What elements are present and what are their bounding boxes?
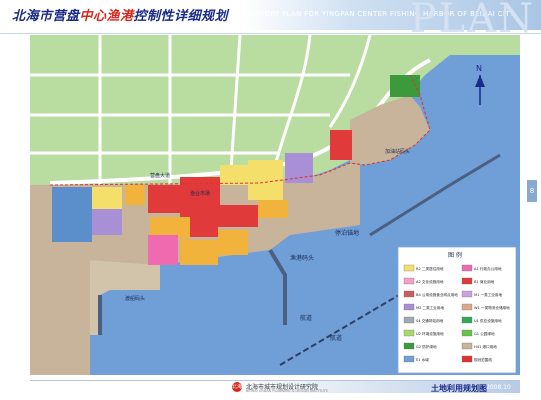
legend-swatch [403, 264, 415, 272]
label-berth: 停泊锚地 [335, 229, 359, 237]
north-arrow-label: N [476, 64, 482, 73]
sheet-title: 土地利用规划图 [431, 384, 487, 393]
legend-swatch [461, 342, 473, 350]
land-use-map: N 渔业市场 营盘大道 渔港码头 停泊锚地 加油站码头 渡船码头 航道 航道 图… [30, 35, 520, 375]
legend-label: 规划范围线 [474, 357, 492, 362]
label-ferry: 渡船码头 [125, 295, 145, 302]
block-public-4 [180, 240, 218, 265]
block-admin [148, 235, 178, 265]
header-divider [0, 33, 541, 34]
legend-label: S4 交通场站用地 [416, 318, 444, 323]
legend-swatch [461, 329, 473, 337]
block-residential-1 [92, 187, 122, 209]
legend-swatch [461, 355, 473, 363]
legend-box [397, 246, 517, 374]
legend-swatch [461, 277, 473, 285]
block-commercial-5 [330, 130, 352, 160]
legend-swatch [461, 316, 473, 324]
legend-swatch [461, 303, 473, 311]
block-industrial-1 [92, 209, 122, 235]
block-residential-2 [220, 165, 248, 185]
legend-swatch [403, 277, 415, 285]
label-pier: 渔港码头 [290, 254, 314, 262]
legend-label: U2 环境设施用地 [416, 331, 444, 336]
page-title: 北海市营盘中心渔港控制性详细规划 [12, 5, 228, 24]
legend-swatch [403, 342, 415, 350]
label-main-road: 营盘大道 [150, 172, 170, 179]
legend-label: R2 二类居住用地 [416, 266, 444, 271]
legend-label: M2 二类工业用地 [416, 305, 444, 310]
legend-swatch [403, 355, 415, 363]
legend-swatch [403, 303, 415, 311]
legend-swatch [403, 329, 415, 337]
block-commercial-4 [218, 205, 258, 227]
legend: 图 例 R2 二类居住用地 A1 行政办公用地 A2 文化设施用地 B1 商业用地 B4… [397, 246, 517, 374]
legend-label: U1 供应设施用地 [474, 318, 502, 323]
block-commercial-1 [148, 185, 180, 213]
block-commercial-3 [190, 217, 218, 237]
sheet-date: 2008.10 [486, 384, 511, 391]
block-public-1 [125, 185, 145, 205]
legend-swatch [403, 290, 415, 298]
legend-label: G2 防护绿地 [416, 344, 437, 349]
legend-label: H41 港口用地 [474, 344, 497, 349]
label-depot: 加油站码头 [385, 148, 410, 155]
institute-name-en: BEIHAI URBAN PLANNING & DESIGN INSTITUTE [246, 389, 329, 393]
page-number-tab: 8 [527, 180, 537, 202]
map-canvas: N 渔业市场 营盘大道 渔港码头 停泊锚地 加油站码头 渡船码头 航道 航道 图… [30, 35, 520, 375]
legend-label: B4 公用设施营业网点用地 [416, 292, 458, 297]
title-suffix: 控制性详细规划 [133, 9, 229, 24]
label-channel-left: 航道 [300, 314, 312, 322]
institute-logo: 北海 [232, 382, 243, 392]
legend-label: A2 文化设施用地 [416, 279, 444, 284]
legend-swatch [461, 264, 473, 272]
block-public-3 [258, 200, 288, 218]
legend-label: E1 水域 [416, 357, 429, 362]
legend-title: 图 例 [448, 251, 462, 259]
block-public-5 [218, 230, 248, 255]
legend-label: W1 一类物流仓储用地 [474, 305, 510, 310]
block-water-utility [52, 187, 92, 242]
block-commercial-2 [180, 177, 220, 217]
legend-label: B1 商业用地 [474, 279, 495, 284]
title-accent: 中心渔港 [79, 9, 134, 24]
title-prefix: 北海市营盘 [12, 9, 80, 24]
label-waterway-south: 航道 [330, 334, 342, 342]
plan-sheet: 北海市营盘中心渔港控制性详细规划 REGULATORY PLAN FOR YIN… [0, 0, 541, 400]
port-land-lower [30, 260, 90, 375]
block-residential-3 [248, 160, 283, 200]
legend-label: M1 一类工业用地 [474, 292, 502, 297]
legend-swatch [461, 290, 473, 298]
block-industrial-2 [285, 153, 313, 183]
legend-label: A1 行政办公用地 [474, 266, 502, 271]
legend-swatch [403, 316, 415, 324]
legend-label: G1 公园绿地 [474, 331, 495, 336]
label-fish-market: 渔业市场 [190, 190, 210, 197]
